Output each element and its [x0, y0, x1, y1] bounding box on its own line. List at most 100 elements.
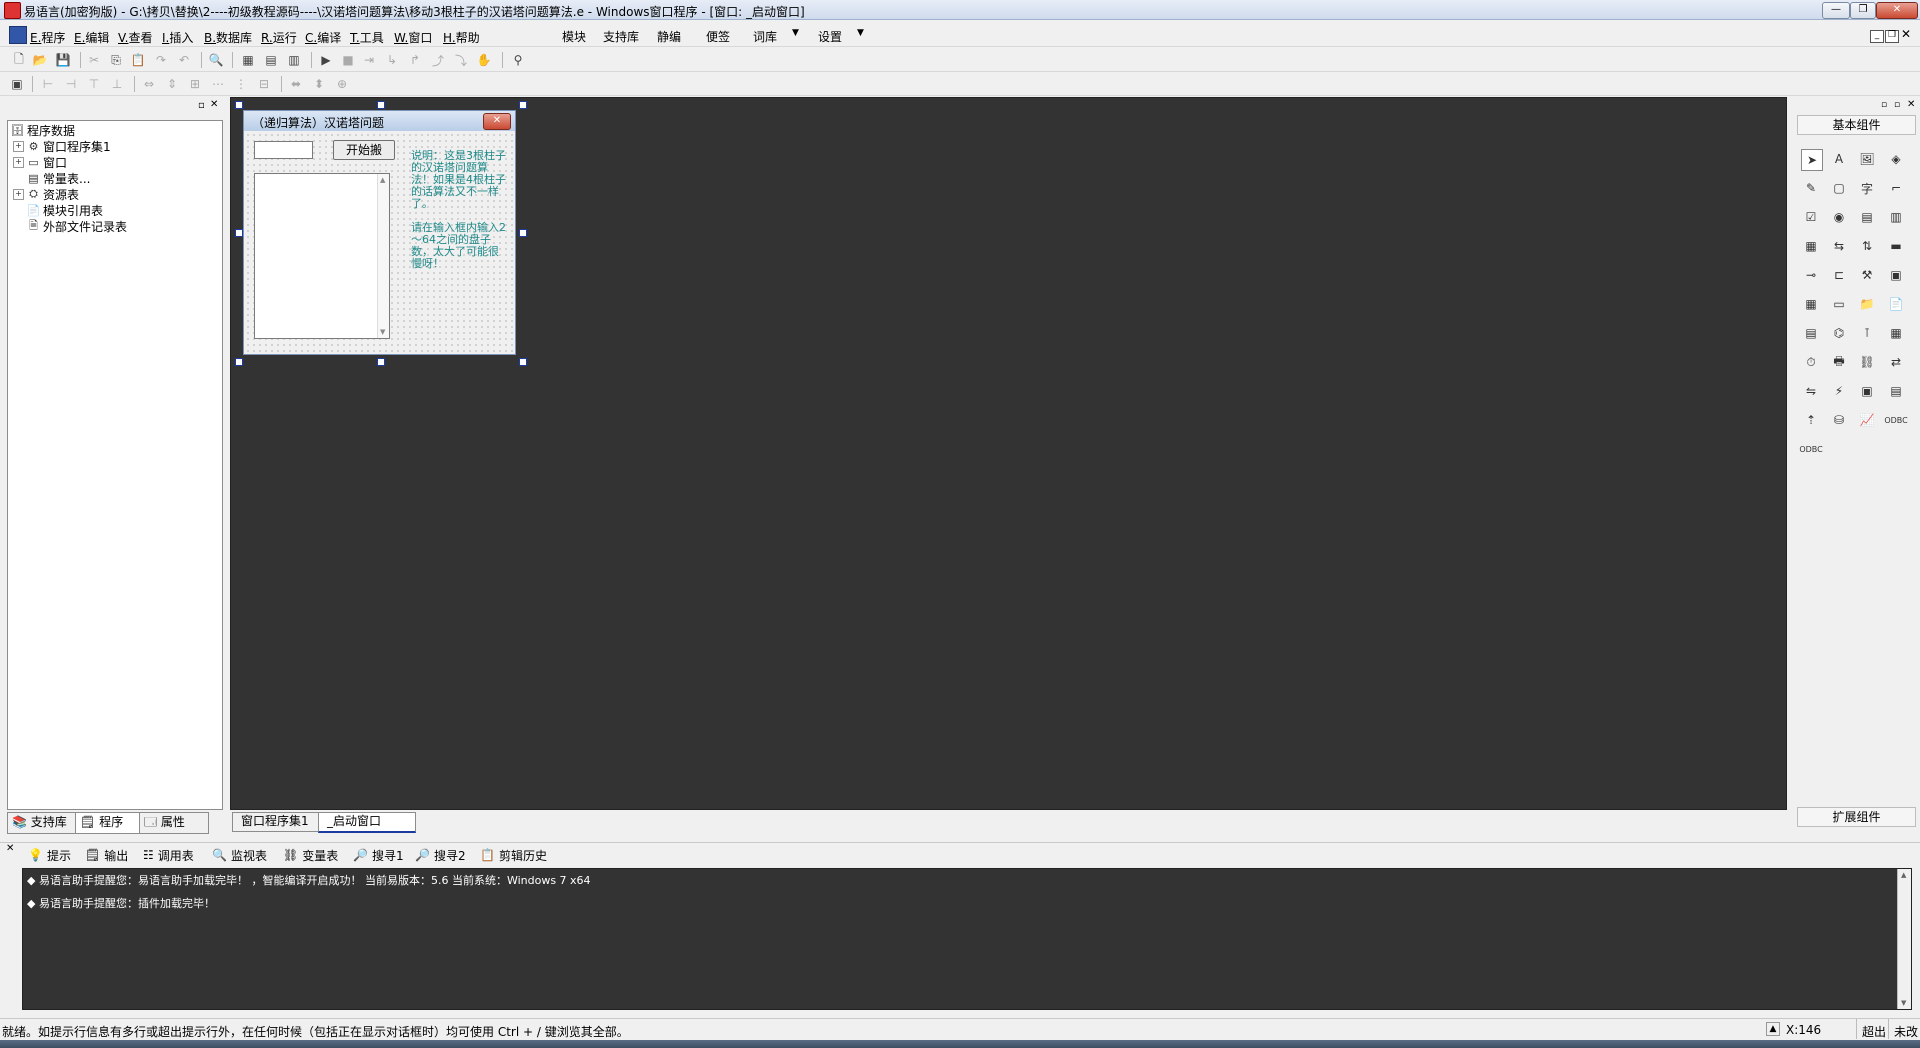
save-icon[interactable]: 💾	[55, 52, 71, 68]
calendar-icon[interactable]: ▣	[1886, 265, 1906, 285]
menu-database[interactable]: B.数据库	[204, 29, 252, 46]
menu-help[interactable]: H.帮助	[443, 29, 480, 46]
checkbox-icon[interactable]: ☑	[1801, 207, 1821, 227]
tab-output[interactable]: 🗒 输出	[85, 847, 128, 863]
scroll-up-icon[interactable]: ▲	[1901, 871, 1906, 879]
resize-handle[interactable]	[519, 101, 527, 109]
listbox-icon[interactable]: ▥	[1886, 207, 1906, 227]
grid-icon[interactable]: ▦	[1801, 294, 1821, 314]
tab-clip-history[interactable]: 📋 剪辑历史	[480, 847, 547, 863]
form-title-bar[interactable]: （递归算法）汉诺塔问题 ✕	[244, 111, 515, 131]
step-2-icon[interactable]: ↳	[384, 52, 400, 68]
panel-close-icon[interactable]: ✕	[1907, 99, 1915, 110]
splitter-icon[interactable]: ⊺	[1857, 323, 1877, 343]
tab-call-stack[interactable]: ☷ 调用表	[143, 847, 194, 863]
tab-search-2[interactable]: 🔎 搜寻2	[415, 847, 466, 863]
tab-properties[interactable]: 🗔 属性	[139, 812, 209, 834]
panel-restore-icon[interactable]: ▫	[1881, 100, 1887, 110]
odbc-db-icon[interactable]: ODBC	[1799, 439, 1822, 459]
tab-program[interactable]: 🗒 程序	[75, 812, 149, 834]
open-folder-icon[interactable]: 📂	[32, 52, 48, 68]
step-4-icon[interactable]: ⤴	[430, 52, 446, 68]
copy-icon[interactable]: ⎘	[108, 52, 124, 68]
form-close-icon[interactable]: ✕	[483, 113, 511, 130]
layout-2-icon[interactable]: ▤	[263, 52, 279, 68]
tab-control-icon[interactable]: ⊏	[1829, 265, 1849, 285]
resize-handle[interactable]	[235, 101, 243, 109]
expand-icon[interactable]: +	[13, 156, 24, 168]
output-console[interactable]: ◆ 易语言助手提醒您：易语言助手加载完毕！ ，智能编译开启成功！ 当前易版本：5…	[22, 868, 1912, 1010]
toolbar-icon[interactable]: ▤	[1801, 323, 1821, 343]
menu-tools[interactable]: T.工具	[350, 29, 384, 46]
layout-1-icon[interactable]: ▦	[240, 52, 256, 68]
db-icon[interactable]: ⛁	[1829, 410, 1849, 430]
hscroll-icon[interactable]: ⇆	[1829, 236, 1849, 256]
layout-3-icon[interactable]: ▥	[286, 52, 302, 68]
resize-handle[interactable]	[377, 101, 385, 109]
stop-icon[interactable]: ■	[340, 52, 356, 68]
undo-icon[interactable]: ↶	[176, 52, 192, 68]
text-icon[interactable]: 字	[1857, 178, 1877, 198]
progress-icon[interactable]: ▬	[1886, 236, 1906, 256]
editbox-icon[interactable]: ✎	[1801, 178, 1821, 198]
minimize-button[interactable]: —	[1822, 2, 1850, 19]
scroll-down-icon[interactable]: ▼	[380, 328, 385, 336]
panel-pin-icon[interactable]: ▫	[1894, 100, 1900, 110]
paste-icon[interactable]: 📋	[130, 52, 146, 68]
tree-item-window-assembly[interactable]: + ⚙ 窗口程序集1	[13, 138, 111, 154]
folder-icon[interactable]: 📁	[1857, 294, 1877, 314]
tool-icon[interactable]: ⚒	[1857, 265, 1877, 285]
provider-icon[interactable]: ⇡	[1801, 410, 1821, 430]
odbc-icon[interactable]: ODBC	[1884, 410, 1907, 430]
menu-insert[interactable]: I.插入	[162, 29, 193, 46]
menu-compile[interactable]: C.编译	[305, 29, 341, 46]
menu-settings[interactable]: 设置	[818, 28, 842, 45]
tree-root[interactable]: 🗄 程序数据	[11, 122, 76, 138]
tab-watch[interactable]: 🔍 监视表	[212, 847, 267, 863]
vspace-icon[interactable]: ⋮	[233, 76, 249, 92]
menu-static-compile[interactable]: 静编	[657, 28, 681, 45]
app-icon[interactable]	[4, 2, 21, 19]
cut-icon[interactable]: ✂	[86, 52, 102, 68]
hspace-icon[interactable]: ⋯	[210, 76, 226, 92]
tab-support-lib[interactable]: 📚 支持库	[7, 812, 85, 834]
slider-icon[interactable]: ⊸	[1801, 265, 1821, 285]
treeview-icon[interactable]: ⌬	[1829, 323, 1849, 343]
picture-icon[interactable]: 🖼	[1857, 149, 1877, 169]
tree-item-module-refs[interactable]: 📄 模块引用表	[27, 202, 103, 218]
start-move-button[interactable]: 开始搬	[333, 140, 395, 160]
panel-pin-icon[interactable]: ▫	[198, 100, 205, 111]
grid-icon[interactable]: ▣	[9, 76, 25, 92]
center-h-icon[interactable]: ⊟	[256, 76, 272, 92]
binoculars-icon[interactable]: ⚲	[510, 52, 526, 68]
step-3-icon[interactable]: ↱	[407, 52, 423, 68]
expand-icon[interactable]: +	[13, 140, 24, 152]
tab-startup-window[interactable]: _启动窗口	[318, 812, 416, 833]
lexicon-dropdown-icon[interactable]: ▼	[792, 28, 799, 38]
align-bottom-icon[interactable]: ⊥	[109, 76, 125, 92]
basic-components-header[interactable]: 基本组件	[1797, 115, 1916, 135]
align-left-icon[interactable]: ⊢	[40, 76, 56, 92]
close-button[interactable]: ✕	[1876, 2, 1918, 19]
picturebox-icon[interactable]: ▢	[1829, 178, 1849, 198]
form-body[interactable]: 开始搬 ▲ ▼ 说明：这是3根柱子的汉诺塔问题算法！如果是4根柱子的话算法又不一…	[245, 132, 514, 354]
same-height-icon[interactable]: ⇕	[164, 76, 180, 92]
tree-item-resources[interactable]: + ⛭ 资源表	[13, 186, 79, 202]
disk-count-input[interactable]	[254, 141, 313, 159]
timer-icon[interactable]: ⏱	[1801, 352, 1821, 372]
resize-handle[interactable]	[377, 358, 385, 366]
data-source-icon[interactable]: ▤	[1886, 381, 1906, 401]
step-1-icon[interactable]: ⇥	[361, 52, 377, 68]
menu-program[interactable]: E.程序	[30, 29, 65, 46]
port-icon[interactable]: ⚡	[1829, 381, 1849, 401]
pointer-icon[interactable]: ➤	[1801, 149, 1823, 171]
menu-module[interactable]: 模块	[562, 28, 586, 45]
listview-icon[interactable]: ▦	[1801, 236, 1821, 256]
printer-icon[interactable]: 🖶	[1829, 352, 1849, 372]
scroll-down-icon[interactable]: ▼	[1901, 999, 1906, 1007]
menu-support-lib[interactable]: 支持库	[603, 28, 639, 45]
shape-icon[interactable]: ◈	[1886, 149, 1906, 169]
vscroll-icon[interactable]: ⇅	[1857, 236, 1877, 256]
result-listbox[interactable]: ▲ ▼	[254, 173, 390, 339]
step-5-icon[interactable]: ⤵	[453, 52, 469, 68]
